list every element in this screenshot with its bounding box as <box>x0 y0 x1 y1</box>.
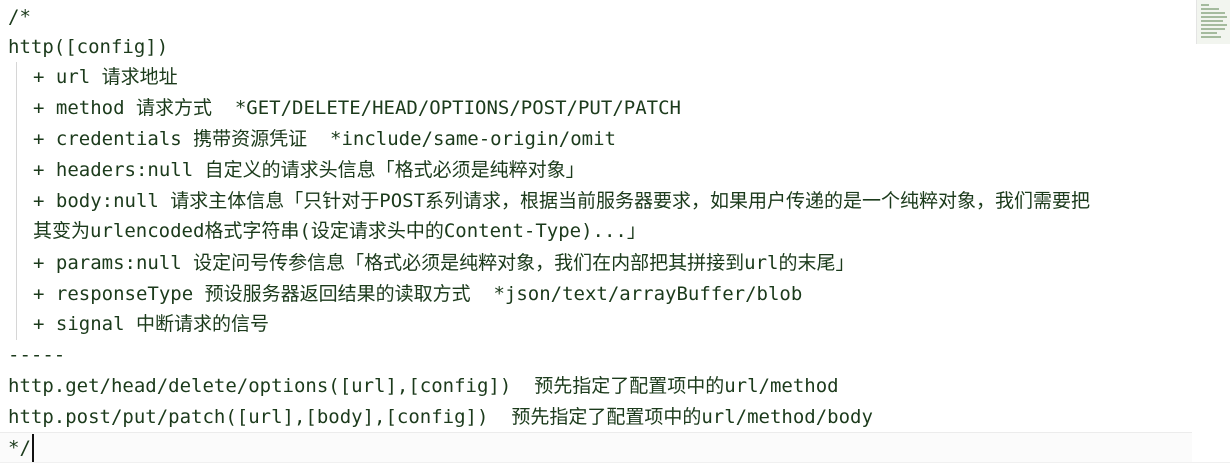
bottom-ruler <box>0 462 1230 470</box>
code-line-9[interactable]: + responseType 预设服务器返回结果的读取方式 *json/text… <box>33 279 802 309</box>
minimap[interactable] <box>1196 0 1230 44</box>
code-line-7-wrap[interactable]: 其变为urlencoded格式字符串(设定请求头中的Content-Type).… <box>33 216 646 246</box>
code-line-13[interactable]: http.post/put/patch([url],[body],[config… <box>8 402 873 432</box>
code-editor[interactable]: /* http([config]) + url 请求地址 + method 请求… <box>0 0 1230 470</box>
code-line-3[interactable]: + url 请求地址 <box>33 62 178 92</box>
code-line-7[interactable]: + body:null 请求主体信息「只针对于POST系列请求，根据当前服务器要… <box>33 186 1090 216</box>
minimap-line <box>1201 12 1225 14</box>
code-line-8[interactable]: + params:null 设定问号传参信息「格式必须是纯粹对象，我们在内部把其… <box>33 248 854 278</box>
minimap-line <box>1201 36 1221 38</box>
minimap-line <box>1201 16 1227 18</box>
current-line-highlight <box>0 432 1192 464</box>
minimap-line <box>1201 28 1225 30</box>
indent-guide <box>16 62 17 340</box>
code-line-1[interactable]: /* <box>8 2 31 32</box>
minimap-line <box>1201 8 1219 10</box>
code-line-12[interactable]: http.get/head/delete/options([url],[conf… <box>8 371 839 401</box>
minimap-line <box>1201 24 1227 26</box>
code-line-11[interactable]: ----- <box>8 340 65 370</box>
code-line-6[interactable]: + headers:null 自定义的请求头信息「格式必须是纯粹对象」 <box>33 155 585 185</box>
code-line-4[interactable]: + method 请求方式 *GET/DELETE/HEAD/OPTIONS/P… <box>33 93 681 123</box>
code-line-5[interactable]: + credentials 携带资源凭证 *include/same-origi… <box>33 124 616 154</box>
minimap-line <box>1201 32 1217 34</box>
minimap-line <box>1201 4 1209 6</box>
text-cursor <box>32 434 34 462</box>
code-line-2[interactable]: http([config]) <box>8 32 168 62</box>
code-line-14[interactable]: */ <box>8 433 31 463</box>
minimap-line <box>1201 20 1223 22</box>
code-line-10[interactable]: + signal 中断请求的信号 <box>33 309 269 339</box>
